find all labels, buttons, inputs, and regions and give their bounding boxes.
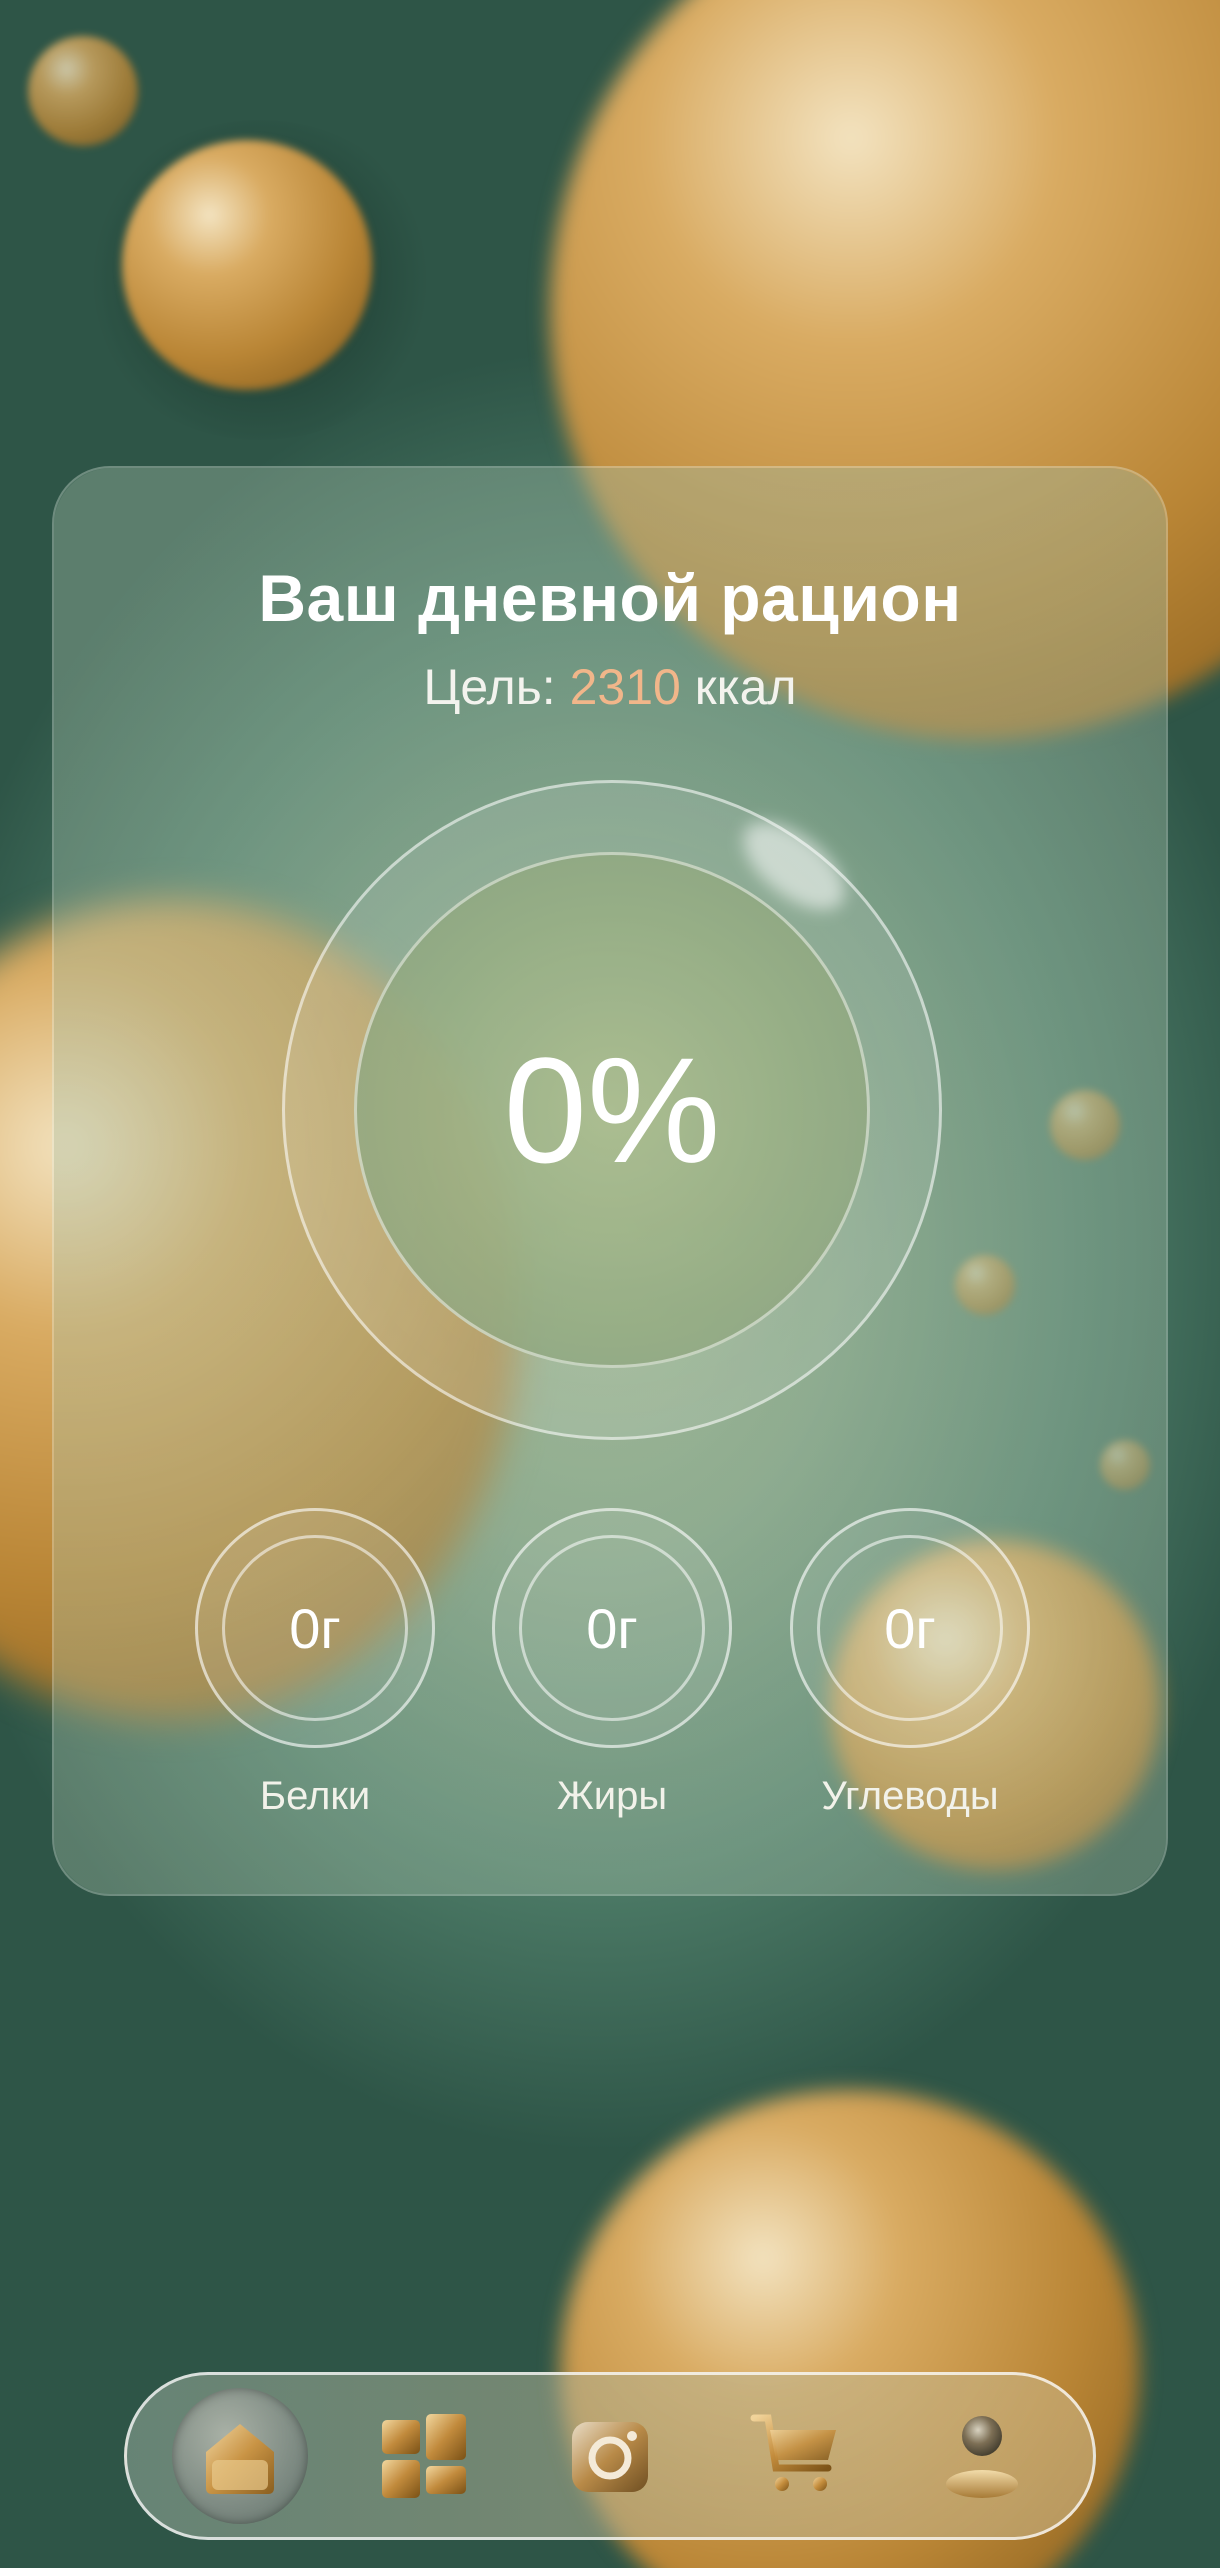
camera-icon — [572, 2422, 648, 2492]
card-title: Ваш дневной рацион — [258, 561, 962, 635]
carbs-label: Углеводы — [821, 1774, 999, 1818]
nav-home-button[interactable] — [176, 2392, 304, 2520]
nav-catalog-button[interactable] — [360, 2392, 488, 2520]
grid-icon — [382, 2414, 466, 2498]
home-icon — [206, 2424, 274, 2494]
protein-label: Белки — [259, 1774, 371, 1818]
background-sphere — [122, 140, 372, 390]
calorie-percent: 0% — [503, 1025, 721, 1194]
nav-profile-button[interactable] — [918, 2392, 1046, 2520]
goal-prefix: Цель: — [423, 659, 556, 715]
nav-cart-button[interactable] — [732, 2392, 860, 2520]
fat-ring: 0г — [492, 1508, 732, 1748]
carbs-value: 0г — [817, 1535, 1003, 1721]
goal-value: 2310 — [569, 659, 681, 715]
goal-unit: ккал — [694, 659, 797, 715]
carbs-ring: 0г — [790, 1508, 1030, 1748]
daily-ration-card: Ваш дневной рацион Цель: 2310 ккал 0% 0г… — [52, 466, 1168, 1896]
protein-value: 0г — [222, 1535, 408, 1721]
cart-icon — [750, 2414, 836, 2491]
profile-icon — [946, 2416, 1018, 2498]
protein-ring: 0г — [195, 1508, 435, 1748]
nav-camera-button[interactable] — [546, 2392, 674, 2520]
background-sphere — [28, 36, 138, 146]
calorie-goal: Цель: 2310 ккал — [54, 658, 1166, 716]
fat-label: Жиры — [556, 1774, 668, 1818]
fat-value: 0г — [519, 1535, 705, 1721]
